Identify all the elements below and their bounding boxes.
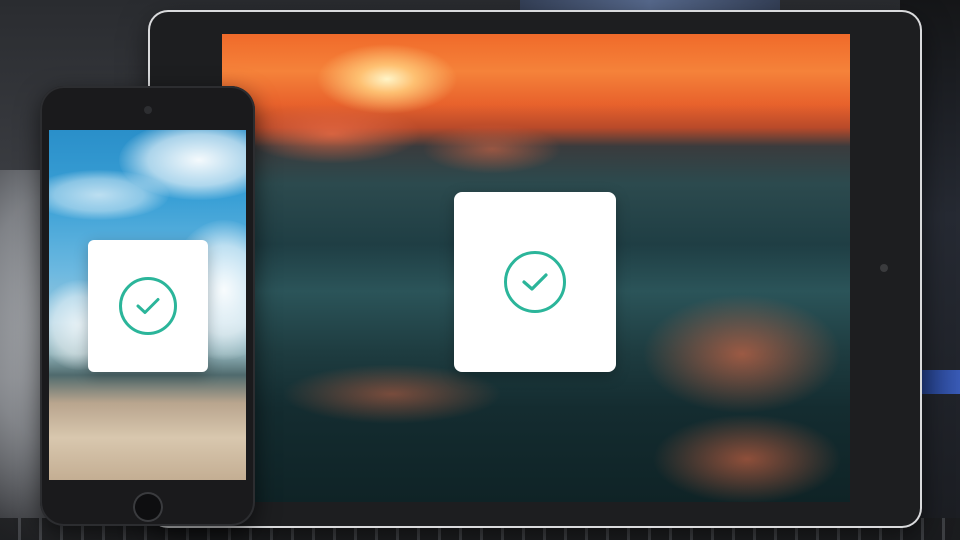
cloud <box>49 170 169 220</box>
wave-highlight <box>282 364 502 424</box>
wave-highlight <box>422 124 562 174</box>
phone-screen <box>49 130 246 480</box>
check-circle-icon <box>119 277 177 335</box>
tablet-camera <box>880 264 888 272</box>
phone-success-card <box>88 240 208 372</box>
check-circle-icon <box>504 251 566 313</box>
phone-home-button[interactable] <box>133 492 163 522</box>
phone-device <box>40 86 255 526</box>
checkmark-icon <box>522 273 548 291</box>
tablet-success-card <box>454 192 616 372</box>
phone-camera <box>144 106 152 114</box>
tablet-device <box>150 12 920 526</box>
checkmark-icon <box>136 298 160 314</box>
wave-highlight <box>642 294 842 414</box>
wave-highlight <box>652 414 842 502</box>
tablet-screen <box>222 34 850 502</box>
wave-highlight <box>242 104 422 164</box>
